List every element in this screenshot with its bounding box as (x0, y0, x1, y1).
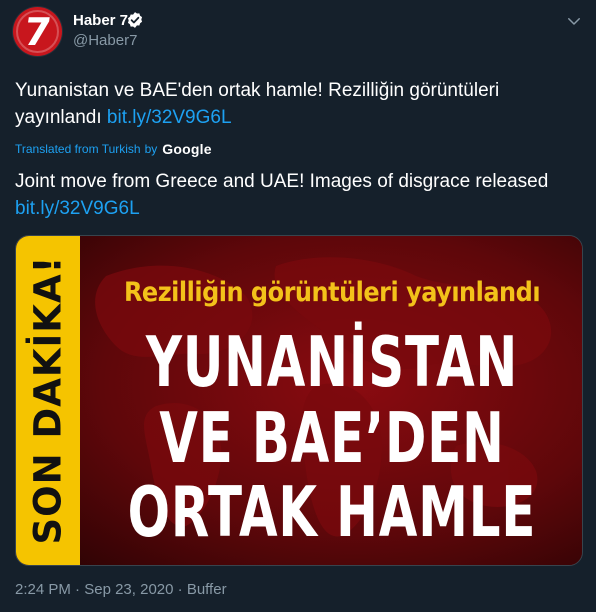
tweet-date[interactable]: Sep 23, 2020 (84, 581, 173, 598)
translated-label[interactable]: Translated from Turkish (15, 142, 141, 156)
ribbon-text: SON DAKİKA! (26, 255, 70, 545)
media-subhead: Rezilliğin görüntüleri yayınlandı (123, 276, 541, 308)
tweet-meta: 2:24 PM · Sep 23, 2020 · Buffer (15, 581, 227, 598)
verified-badge-icon (127, 12, 143, 28)
translation-attribution[interactable]: Translated from Turkish by Google (15, 140, 212, 158)
tweet-time[interactable]: 2:24 PM (15, 581, 71, 598)
translated-by: by (144, 142, 158, 156)
breaking-news-ribbon: SON DAKİKA! (16, 236, 80, 565)
tweet-text: Yunanistan ve BAE'den ortak hamle! Rezil… (15, 77, 575, 131)
avatar[interactable]: 7 (13, 7, 62, 56)
meta-separator: · (70, 581, 85, 598)
tweet: 7 Haber 7 @Haber7 Yunanistan ve BAE'den … (0, 0, 596, 612)
avatar-logo-text: 7 (21, 9, 54, 54)
tweet-text-body: Yunanistan ve BAE'den ortak hamle! Rezil… (15, 80, 500, 128)
chevron-down-icon[interactable] (565, 12, 583, 30)
media-headline-line: VE BAE’DEN (159, 397, 505, 479)
translation-link[interactable]: bit.ly/32V9G6L (15, 198, 140, 219)
author-handle[interactable]: @Haber7 (73, 32, 137, 49)
google-logo: Google (162, 141, 212, 157)
tweet-link[interactable]: bit.ly/32V9G6L (107, 107, 232, 128)
author-name[interactable]: Haber 7 (73, 12, 128, 29)
meta-separator: · (173, 581, 187, 598)
translation-text-body: Joint move from Greece and UAE! Images o… (15, 171, 549, 192)
media-headline-line: YUNANİSTAN (145, 321, 519, 403)
media-headline-line: ORTAK HAMLE (127, 471, 537, 553)
translation-text: Joint move from Greece and UAE! Images o… (15, 168, 575, 222)
media-image[interactable]: SON DAKİKA! Rezilliğin görüntüleri yayın… (15, 235, 583, 566)
tweet-source[interactable]: Buffer (187, 581, 227, 598)
